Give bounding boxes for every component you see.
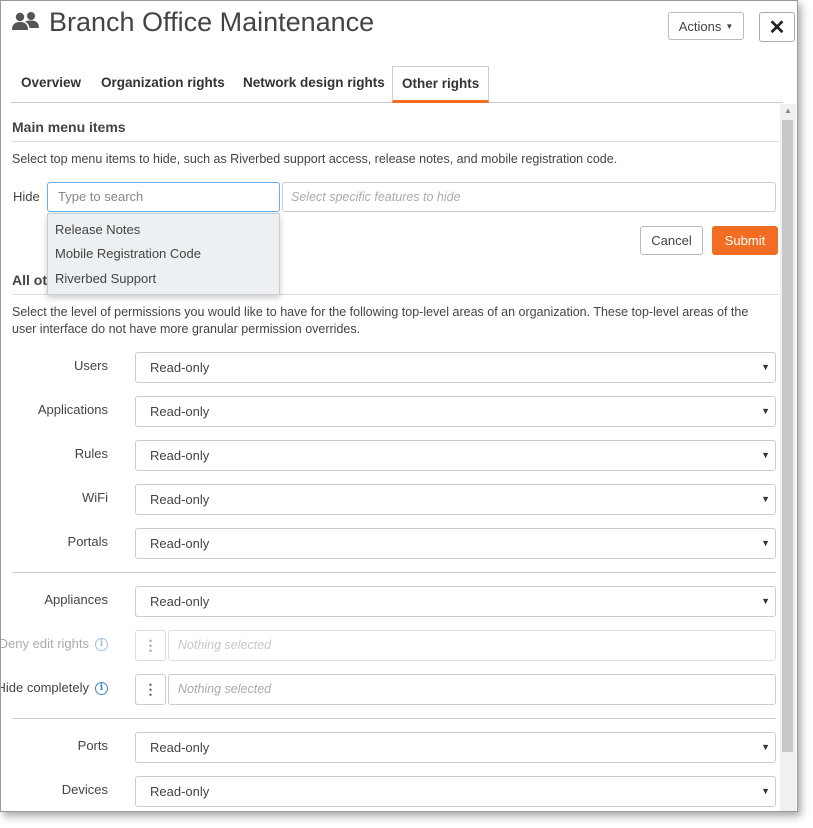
tab-other-rights[interactable]: Other rights	[392, 66, 490, 103]
caret-down-icon: ▼	[725, 21, 734, 31]
applications-permission-value: Read-only	[150, 404, 210, 419]
users-label: Users	[74, 358, 108, 373]
info-icon[interactable]: i	[95, 682, 108, 696]
section-title-main-menu: Main menu items	[12, 119, 126, 135]
modal-header: Branch Office Maintenance Actions ▼ ✕	[1, 1, 797, 51]
section-divider	[12, 141, 779, 142]
caret-down-icon: ▼	[761, 538, 770, 548]
ports-label: Ports	[77, 738, 108, 753]
rules-permission-value: Read-only	[150, 448, 210, 463]
deny-edit-rights-text: Deny edit rights	[1, 636, 89, 651]
deny-edit-rights-value: Nothing selected	[178, 638, 272, 652]
hide-label: Hide	[13, 189, 40, 204]
portals-permission-value: Read-only	[150, 536, 210, 551]
ports-permission-value: Read-only	[150, 740, 210, 755]
actions-button-label: Actions	[678, 18, 722, 34]
hide-completely-text: Hide completely	[1, 680, 89, 695]
devices-permission-select[interactable]: Read-only ▼	[135, 776, 776, 807]
tab-bar: Overview Organization rights Network des…	[11, 66, 783, 103]
appliances-permission-value: Read-only	[150, 594, 210, 609]
caret-down-icon: ▼	[761, 450, 770, 460]
wifi-permission-select[interactable]: Read-only ▼	[135, 484, 776, 515]
features-placeholder: Select specific features to hide	[291, 190, 461, 204]
submit-button[interactable]: Submit	[712, 226, 778, 255]
hide-completely-value: Nothing selected	[178, 682, 272, 696]
search-dropdown-menu: Release Notes Mobile Registration Code R…	[47, 213, 280, 295]
appliances-permission-select[interactable]: Read-only ▼	[135, 586, 776, 617]
group-divider	[12, 572, 776, 573]
users-group-icon	[12, 12, 39, 30]
search-input[interactable]: Type to search	[47, 182, 280, 212]
actions-button[interactable]: Actions ▼	[668, 12, 744, 40]
caret-down-icon: ▼	[761, 494, 770, 504]
caret-down-icon: ▼	[761, 362, 770, 372]
ports-permission-select[interactable]: Read-only ▼	[135, 732, 776, 763]
deny-edit-rights-menu-button[interactable]: ⋮	[135, 630, 166, 661]
rules-permission-select[interactable]: Read-only ▼	[135, 440, 776, 471]
cancel-button[interactable]: Cancel	[640, 226, 703, 255]
dropdown-item-release-notes[interactable]: Release Notes	[55, 222, 140, 237]
features-select-input[interactable]: Select specific features to hide	[282, 182, 776, 212]
close-icon: ✕	[768, 16, 786, 39]
applications-permission-select[interactable]: Read-only ▼	[135, 396, 776, 427]
close-button[interactable]: ✕	[759, 12, 795, 42]
dropdown-item-mobile-registration-code[interactable]: Mobile Registration Code	[55, 246, 201, 261]
users-permission-value: Read-only	[150, 360, 210, 375]
all-other-description: Select the level of permissions you woul…	[12, 305, 749, 336]
appliances-label: Appliances	[44, 592, 108, 607]
scroll-up-icon[interactable]: ▲	[780, 104, 796, 118]
deny-edit-rights-label: Deny edit rights i	[1, 636, 108, 652]
main-menu-description: Select top menu items to hide, such as R…	[12, 152, 618, 166]
caret-down-icon: ▼	[761, 786, 770, 796]
devices-permission-value: Read-only	[150, 784, 210, 799]
devices-label: Devices	[61, 782, 108, 797]
wifi-permission-value: Read-only	[150, 492, 210, 507]
tab-overview[interactable]: Overview	[21, 66, 81, 100]
portals-permission-select[interactable]: Read-only ▼	[135, 528, 776, 559]
dropdown-item-riverbed-support[interactable]: Riverbed Support	[55, 271, 156, 286]
modal-window: Branch Office Maintenance Actions ▼ ✕ Ov…	[0, 0, 798, 812]
applications-label: Applications	[37, 402, 108, 417]
content-area: Main menu items Select top menu items to…	[1, 104, 779, 811]
vertical-ellipsis-icon: ⋮	[143, 637, 158, 653]
caret-down-icon: ▼	[761, 406, 770, 416]
group-divider	[12, 718, 776, 719]
page-title: Branch Office Maintenance	[49, 7, 375, 37]
wifi-label: WiFi	[82, 490, 108, 505]
deny-edit-rights-select[interactable]: Nothing selected	[168, 630, 776, 661]
hide-completely-label: Hide completely i	[1, 680, 108, 696]
scrollbar-thumb[interactable]	[782, 120, 793, 752]
rules-label: Rules	[74, 446, 108, 461]
info-icon[interactable]: i	[95, 638, 108, 652]
hide-completely-menu-button[interactable]: ⋮	[135, 674, 166, 705]
vertical-scrollbar[interactable]: ▲	[780, 104, 796, 811]
users-permission-select[interactable]: Read-only ▼	[135, 352, 776, 383]
tab-organization-rights[interactable]: Organization rights	[101, 66, 225, 100]
caret-down-icon: ▼	[761, 596, 770, 606]
portals-label: Portals	[67, 534, 108, 549]
section-title-all-other: All ot	[12, 272, 47, 288]
tab-network-design-rights[interactable]: Network design rights	[243, 66, 385, 100]
caret-down-icon: ▼	[761, 742, 770, 752]
vertical-ellipsis-icon: ⋮	[143, 681, 158, 697]
hide-completely-select[interactable]: Nothing selected	[168, 674, 776, 705]
search-placeholder: Type to search	[58, 189, 144, 204]
